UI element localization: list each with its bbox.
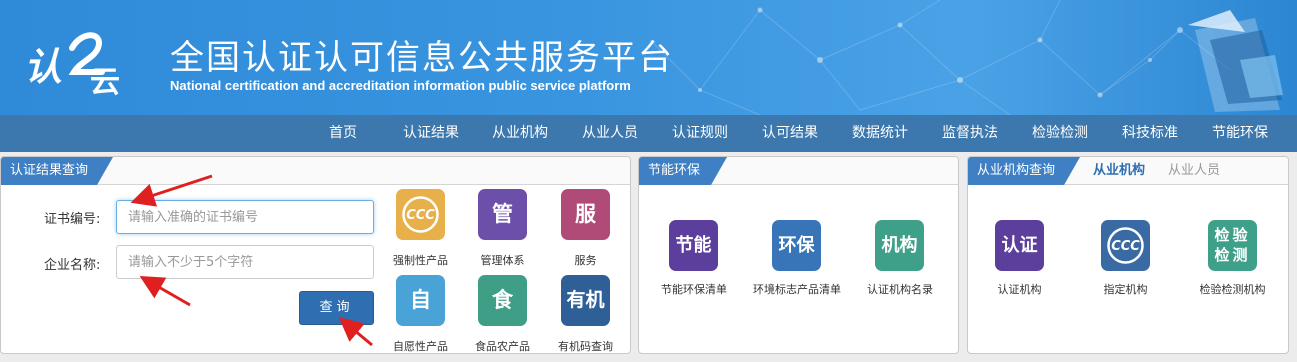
nav-item-standards[interactable]: 科技标准 (1122, 115, 1178, 152)
tile-label-cert-body[interactable]: 认证机构 (985, 281, 1054, 297)
eco-label-tile[interactable]: 环保 (772, 220, 821, 271)
nav-item-inspection[interactable]: 检验检测 (1032, 115, 1088, 152)
tab-energy[interactable]: 节能环保 (639, 157, 727, 185)
nav-item-cert-results[interactable]: 认证结果 (403, 115, 459, 152)
nav-item-cert-rules[interactable]: 认证规则 (672, 115, 728, 152)
nav-item-institutions[interactable]: 从业机构 (492, 115, 548, 152)
site-title: 全国认证认可信息公共服务平台 (170, 38, 674, 78)
tile-label-management[interactable]: 管理体系 (468, 252, 537, 268)
nav-item-accreditation[interactable]: 认可结果 (762, 115, 818, 152)
site-subtitle: National certification and accreditation… (170, 78, 631, 93)
cert-directory-tile[interactable]: 机构 (875, 220, 924, 271)
tile-label-inspection[interactable]: 检验检测机构 (1188, 281, 1277, 297)
ccc-icon: CCC (1107, 227, 1144, 264)
tile-label-voluntary[interactable]: 自愿性产品 (386, 338, 455, 354)
voluntary-product-tile[interactable]: 自 (396, 275, 445, 326)
tile-label-service[interactable]: 服务 (551, 252, 620, 268)
svg-text:CCC: CCC (406, 208, 435, 223)
inspection-body-tile[interactable]: 检验检测 (1208, 220, 1257, 271)
tile-label-organic[interactable]: 有机码查询 (551, 338, 620, 354)
nav-item-home[interactable]: 首页 (329, 115, 357, 152)
site-header: 认 云 全国认证认可信息公共服务平台 National certificatio… (0, 0, 1297, 115)
tab-cert-query[interactable]: 认证结果查询 (1, 157, 113, 185)
cert-body-tile[interactable]: 认证 (995, 220, 1044, 271)
decorative-3d-graphic (1188, 10, 1283, 112)
tile-label-cert-directory[interactable]: 认证机构名录 (860, 281, 940, 297)
ccc-compulsory-tile[interactable]: CCC (396, 189, 445, 240)
tile-label-energy-list[interactable]: 节能环保清单 (650, 281, 738, 297)
tile-label-eco-label[interactable]: 环境标志产品清单 (747, 281, 847, 297)
svg-text:CCC: CCC (1111, 239, 1140, 254)
tile-label-compulsory[interactable]: 强制性产品 (386, 252, 455, 268)
tile-label-food[interactable]: 食品农产品 (468, 338, 537, 354)
tile-label-designated[interactable]: 指定机构 (1091, 281, 1160, 297)
company-name-input[interactable] (116, 245, 374, 279)
svg-text:认: 认 (24, 44, 62, 89)
designated-body-tile[interactable]: CCC (1101, 220, 1150, 271)
nav-item-energy[interactable]: 节能环保 (1212, 115, 1268, 152)
tab-institutions[interactable]: 从业机构 (1093, 157, 1145, 185)
main-nav: 首页 认证结果 从业机构 从业人员 认证规则 认可结果 数据统计 监督执法 检验… (0, 115, 1297, 152)
cert-number-label: 证书编号: (44, 212, 101, 227)
ccc-icon: CCC (402, 196, 439, 233)
site-logo[interactable]: 认 云 (22, 20, 142, 100)
nav-item-personnel[interactable]: 从业人员 (582, 115, 638, 152)
food-agri-tile[interactable]: 食 (478, 275, 527, 326)
company-name-label: 企业名称: (44, 258, 101, 273)
tab-org-query[interactable]: 从业机构查询 (968, 157, 1080, 185)
organic-code-tile[interactable]: 有机 (561, 275, 610, 326)
cert-number-input[interactable] (116, 200, 374, 234)
energy-list-tile[interactable]: 节能 (669, 220, 718, 271)
nav-item-supervision[interactable]: 监督执法 (942, 115, 998, 152)
service-tile[interactable]: 服 (561, 189, 610, 240)
svg-text:云: 云 (90, 65, 120, 100)
nav-item-statistics[interactable]: 数据统计 (852, 115, 908, 152)
tab-personnel[interactable]: 从业人员 (1168, 157, 1220, 185)
management-system-tile[interactable]: 管 (478, 189, 527, 240)
search-button[interactable]: 查询 (299, 291, 374, 325)
